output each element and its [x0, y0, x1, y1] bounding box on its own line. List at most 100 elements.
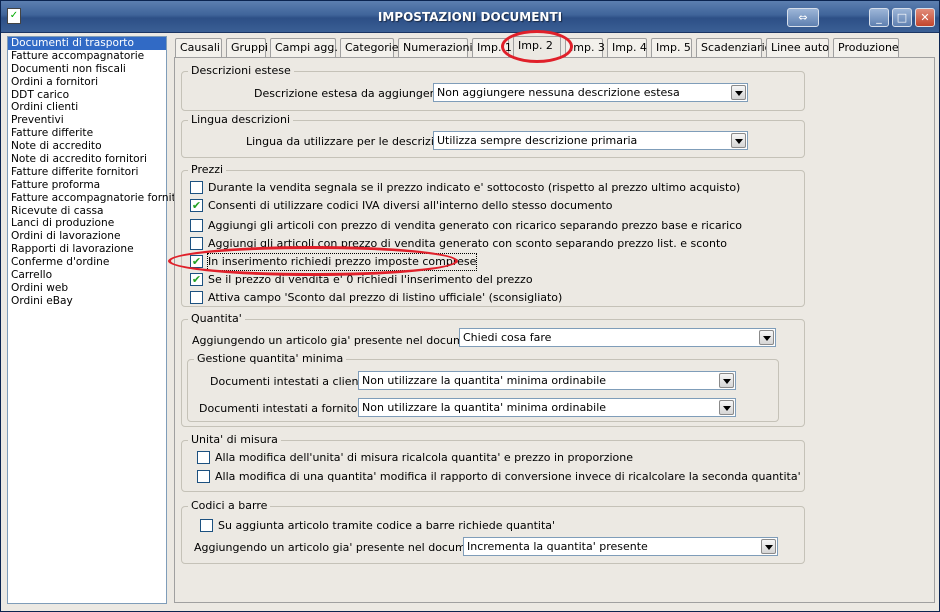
sidebar-item[interactable]: DDT carico — [8, 89, 166, 102]
checkmark-icon[interactable]: ✔ — [190, 199, 203, 212]
qmin-clienti-label: Documenti intestati a clienti : — [210, 375, 374, 388]
checkbox-label: Su aggiunta articolo tramite codice a ba… — [218, 519, 556, 532]
group-codici-barre: Codici a barre Su aggiunta articolo tram… — [181, 499, 805, 564]
sidebar-item[interactable]: Note di accredito fornitori — [8, 153, 166, 166]
option-checkbox[interactable]: ✔ In inserimento richiedi prezzo imposte … — [190, 253, 790, 271]
select-value: Non aggiungere nessuna descrizione estes… — [437, 86, 680, 99]
chevron-down-icon[interactable] — [719, 400, 734, 415]
chevron-down-icon[interactable] — [761, 539, 776, 554]
group-quantita: Quantita' Aggiungendo un articolo gia' p… — [181, 312, 805, 427]
checkbox-label: In inserimento richiedi prezzo imposte c… — [206, 253, 478, 271]
checkbox-box[interactable] — [190, 237, 203, 250]
select-value: Chiedi cosa fare — [463, 331, 552, 344]
group-lingua-descrizioni: Lingua descrizioni Lingua da utilizzare … — [181, 113, 805, 158]
tab-strip: Causali Gruppi Campi agg. Categorie Numerazi… — [175, 36, 935, 59]
sidebar-item[interactable]: Ordini a fornitori — [8, 76, 166, 89]
chevron-down-icon[interactable] — [719, 373, 734, 388]
sidebar-item[interactable]: Ricevute di cassa — [8, 205, 166, 218]
select-value: Non utilizzare la quantita' minima ordin… — [362, 374, 607, 387]
group-title: Codici a barre — [188, 499, 271, 512]
tab-panel-imp2: Descrizioni estese Descrizione estesa da… — [174, 57, 935, 603]
tab-imp-2[interactable]: Imp. 2 — [513, 36, 561, 59]
sidebar-item[interactable]: Carrello — [8, 269, 166, 282]
settings-window: ✓ IMPOSTAZIONI DOCUMENTI ⇔ _ □ ✕ Documen… — [0, 0, 940, 612]
barre-label: Aggiungendo un articolo gia' presente ne… — [194, 541, 498, 554]
checkbox-box[interactable] — [190, 291, 203, 304]
barre-select[interactable]: Incrementa la quantita' presente — [463, 537, 778, 556]
checkbox-label: Durante la vendita segnala se il prezzo … — [208, 181, 741, 194]
qmin-fornitori-label: Documenti intestati a fornitori : — [199, 402, 373, 415]
restore-swap-button[interactable]: ⇔ — [787, 8, 819, 27]
group-prezzi: Prezzi Durante la vendita segnala se il … — [181, 163, 805, 307]
sidebar-item[interactable]: Fatture accompagnatorie fornito — [8, 192, 182, 205]
checkbox-box[interactable] — [190, 219, 203, 232]
checkmark-icon[interactable]: ✔ — [190, 255, 203, 268]
tab-imp-5[interactable]: Imp. 5 — [651, 38, 692, 58]
group-descrizioni-estese: Descrizioni estese Descrizione estesa da… — [181, 64, 805, 111]
sidebar-item[interactable]: Fatture proforma — [8, 179, 166, 192]
chevron-down-icon[interactable] — [731, 133, 746, 148]
option-checkbox[interactable]: Aggiungi gli articoli con prezzo di vend… — [190, 218, 790, 234]
sidebar-item[interactable]: Documenti non fiscali — [8, 63, 166, 76]
group-title: Prezzi — [188, 163, 227, 176]
tab-imp-4[interactable]: Imp. 4 — [607, 38, 647, 58]
checkbox-box[interactable] — [190, 181, 203, 194]
descrizione-estesa-select[interactable]: Non aggiungere nessuna descrizione estes… — [433, 83, 748, 102]
sidebar-item[interactable]: Ordini clienti — [8, 101, 166, 114]
sidebar-item[interactable]: Lanci di produzione — [8, 217, 166, 230]
sidebar-item[interactable]: Fatture differite — [8, 127, 166, 140]
tab-campi-agg[interactable]: Campi agg. — [270, 38, 338, 58]
document-type-list[interactable]: Documenti di trasporto Fatture accompagna… — [7, 36, 182, 604]
chevron-down-icon[interactable] — [759, 330, 774, 345]
sidebar-item[interactable]: Ordini web — [8, 282, 166, 295]
sidebar-item[interactable]: Fatture differite fornitori — [8, 166, 166, 179]
tab-imp-3[interactable]: Imp. 3 — [565, 38, 605, 58]
option-checkbox[interactable]: ✔ Consenti di utilizzare codici IVA diver… — [190, 198, 790, 214]
option-checkbox[interactable]: Alla modifica dell'unita' di misura rica… — [197, 450, 797, 466]
tab-categorie[interactable]: Categorie — [340, 38, 399, 58]
title-bar[interactable]: ✓ IMPOSTAZIONI DOCUMENTI ⇔ _ □ ✕ — [1, 1, 939, 33]
close-button[interactable]: ✕ — [915, 8, 935, 27]
checkbox-label: Se il prezzo di vendita e' 0 richiedi l'… — [208, 273, 533, 286]
tab-imp-1[interactable]: Imp. 1 — [472, 38, 512, 58]
minimize-button[interactable]: _ — [869, 8, 889, 27]
sidebar-item[interactable]: Note di accredito — [8, 140, 166, 153]
sidebar-item[interactable]: Conferme d'ordine — [8, 256, 166, 269]
qmin-clienti-select[interactable]: Non utilizzare la quantita' minima ordin… — [358, 371, 736, 390]
quantita-select[interactable]: Chiedi cosa fare — [459, 328, 776, 347]
tab-numerazioni[interactable]: Numerazioni — [398, 38, 473, 58]
tab-scadenziario[interactable]: Scadenziario — [696, 38, 771, 58]
barre-quantita-checkbox[interactable]: Su aggiunta articolo tramite codice a ba… — [200, 518, 600, 534]
tab-causali[interactable]: Causali — [175, 38, 222, 58]
sidebar-item[interactable]: Documenti di trasporto — [8, 37, 166, 50]
sidebar-item[interactable]: Preventivi — [8, 114, 166, 127]
group-title: Descrizioni estese — [188, 64, 294, 77]
checkbox-label: Alla modifica di una quantita' modifica … — [215, 470, 801, 483]
descrizione-estesa-label: Descrizione estesa da aggiungere : — [254, 87, 448, 100]
chevron-down-icon[interactable] — [731, 85, 746, 100]
lingua-label: Lingua da utilizzare per le descrizioni … — [246, 135, 458, 148]
lingua-select[interactable]: Utilizza sempre descrizione primaria — [433, 131, 748, 150]
tab-produzione[interactable]: Produzione — [833, 38, 899, 58]
group-title: Quantita' — [188, 312, 245, 325]
sidebar-item[interactable]: Ordini di lavorazione — [8, 230, 166, 243]
maximize-button[interactable]: □ — [892, 8, 912, 27]
option-checkbox[interactable]: ✔ Se il prezzo di vendita e' 0 richiedi l… — [190, 272, 790, 288]
checkbox-box[interactable] — [197, 451, 210, 464]
tab-gruppi[interactable]: Gruppi — [226, 38, 268, 58]
sidebar-item[interactable]: Ordini eBay — [8, 295, 166, 308]
group-title: Unita' di misura — [188, 433, 281, 446]
sidebar-item[interactable]: Fatture accompagnatorie — [8, 50, 166, 63]
sidebar-item[interactable]: Rapporti di lavorazione — [8, 243, 166, 256]
checkbox-box[interactable] — [200, 519, 213, 532]
tab-linee-auto[interactable]: Linee auto — [766, 38, 829, 58]
quantita-label: Aggiungendo un articolo gia' presente ne… — [192, 334, 496, 347]
select-value: Incrementa la quantita' presente — [467, 540, 648, 553]
checkbox-box[interactable] — [197, 470, 210, 483]
option-checkbox[interactable]: Alla modifica di una quantita' modifica … — [197, 469, 801, 485]
option-checkbox[interactable]: Durante la vendita segnala se il prezzo … — [190, 180, 790, 196]
option-checkbox[interactable]: Aggiungi gli articoli con prezzo di vend… — [190, 236, 790, 252]
qmin-fornitori-select[interactable]: Non utilizzare la quantita' minima ordin… — [358, 398, 736, 417]
option-checkbox[interactable]: Attiva campo 'Sconto dal prezzo di listi… — [190, 290, 790, 306]
checkmark-icon[interactable]: ✔ — [190, 273, 203, 286]
